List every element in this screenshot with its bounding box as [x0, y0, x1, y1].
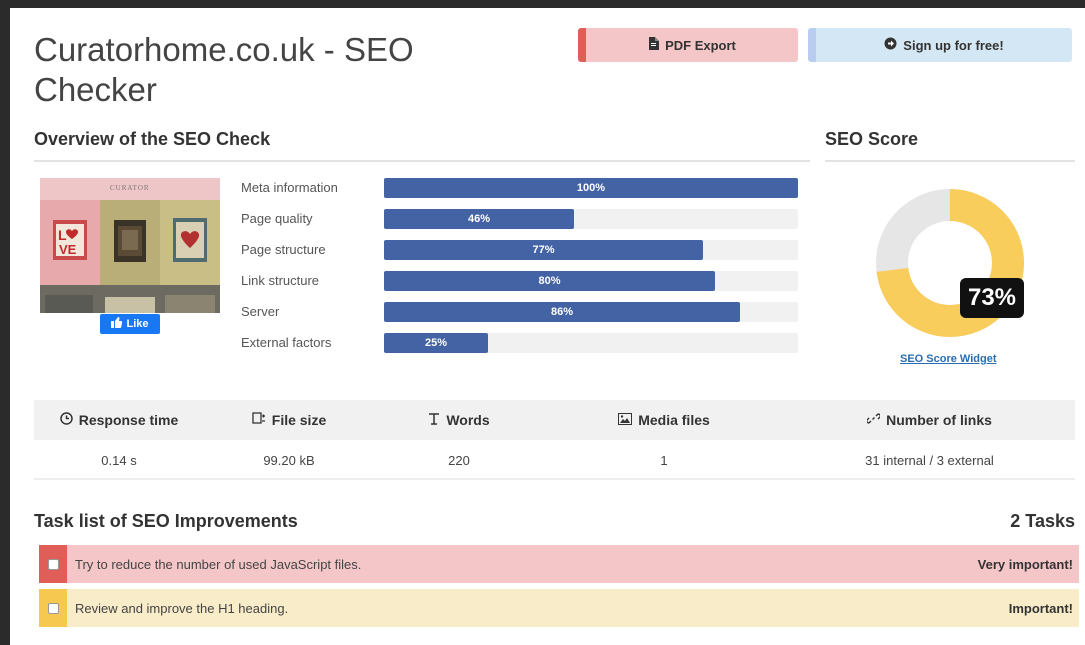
- task-priority-flag: [39, 545, 67, 583]
- metric-label: Page quality: [241, 211, 313, 226]
- sign-up-label: Sign up for free!: [903, 37, 1004, 53]
- metric-label: Page structure: [241, 242, 326, 257]
- website-thumbnail: CURATOR L VE: [40, 178, 220, 313]
- task-count: 2 Tasks: [1010, 511, 1075, 531]
- metric-bar-fill: 25%: [384, 333, 488, 353]
- arrow-circle-icon: [884, 37, 897, 53]
- metric-bar-fill: 100%: [384, 178, 798, 198]
- metric-bar-track: 46%: [384, 209, 798, 229]
- seo-score-widget-link[interactable]: SEO Score Widget: [900, 353, 996, 365]
- task-checkbox[interactable]: [47, 602, 59, 614]
- metric-label: Meta information: [241, 180, 338, 195]
- facebook-like-button[interactable]: Like: [100, 314, 160, 334]
- media-files-label: Media files: [638, 412, 710, 428]
- metric-bar-fill: 80%: [384, 271, 715, 291]
- score-divider: [825, 160, 1075, 162]
- overview-divider: [34, 160, 810, 162]
- stats-header-words: Words: [374, 400, 544, 440]
- number-of-links-value: 31 internal / 3 external: [865, 452, 994, 468]
- metric-bar-track: 25%: [384, 333, 798, 353]
- stats-header-row: Response time File size Words Media file…: [34, 400, 1075, 440]
- like-label: Like: [126, 318, 149, 330]
- file-size-icon: [252, 412, 266, 428]
- metric-bar-track: 100%: [384, 178, 798, 198]
- stats-value-row: 0.14 s 99.20 kB 220 1 31 internal / 3 ex…: [34, 440, 1075, 480]
- metric-bar-track: 86%: [384, 302, 798, 322]
- seo-report-page: Curatorhome.co.uk - SEO Checker PDF Expo…: [10, 8, 1085, 645]
- response-time-value: 0.14 s: [101, 452, 137, 468]
- metric-bar-track: 80%: [384, 271, 798, 291]
- metric-bar-fill: 77%: [384, 240, 703, 260]
- page-title: Curatorhome.co.uk - SEO Checker: [34, 31, 414, 108]
- stats-header-file-size: File size: [204, 400, 374, 440]
- stats-header-media-files: Media files: [544, 400, 784, 440]
- response-time-label: Response time: [78, 412, 179, 428]
- sign-up-button[interactable]: Sign up for free!: [808, 28, 1072, 62]
- metric-bar-fill: 86%: [384, 302, 740, 322]
- metric-bar-track: 77%: [384, 240, 798, 260]
- task-item[interactable]: Review and improve the H1 heading. Impor…: [39, 589, 1079, 627]
- file-size-value: 99.20 kB: [263, 452, 315, 468]
- svg-text:VE: VE: [59, 242, 77, 257]
- thumbs-up-icon: [111, 317, 123, 331]
- task-priority: Important!: [1008, 600, 1073, 616]
- metric-label: Link structure: [241, 273, 320, 288]
- document-icon: [648, 37, 660, 53]
- metric-label: External factors: [241, 335, 332, 350]
- overview-heading: Overview of the SEO Check: [34, 129, 271, 149]
- thumbnail-tile-heart: [160, 200, 220, 285]
- seo-score-donut: [870, 183, 1030, 343]
- task-text: Try to reduce the number of used JavaScr…: [75, 556, 362, 572]
- seo-score-value: 73%: [960, 278, 1024, 318]
- words-value: 220: [448, 452, 470, 468]
- seo-score-heading: SEO Score: [825, 129, 919, 149]
- pdf-export-button[interactable]: PDF Export: [578, 28, 798, 62]
- svg-text:L: L: [58, 227, 67, 243]
- thumbnail-site-name: CURATOR: [110, 184, 150, 192]
- stats-header-response-time: Response time: [34, 400, 204, 440]
- words-label: Words: [446, 412, 490, 428]
- task-item[interactable]: Try to reduce the number of used JavaScr…: [39, 545, 1079, 583]
- thumbnail-bottom-strip: [40, 285, 220, 313]
- pdf-export-label: PDF Export: [665, 37, 736, 53]
- task-checkbox[interactable]: [47, 558, 59, 570]
- thumbnail-tile-love: L VE: [40, 200, 100, 285]
- number-of-links-label: Number of links: [886, 412, 992, 428]
- metric-bar-fill: 46%: [384, 209, 574, 229]
- file-size-label: File size: [271, 412, 327, 428]
- text-icon: [428, 412, 440, 428]
- task-text: Review and improve the H1 heading.: [75, 600, 289, 616]
- media-files-value: 1: [660, 452, 668, 468]
- link-icon: [866, 412, 882, 428]
- thumbnail-header: CURATOR: [40, 178, 220, 200]
- task-list-heading: Task list of SEO Improvements: [34, 511, 298, 531]
- clock-icon: [59, 412, 73, 428]
- stats-header-number-of-links: Number of links: [784, 400, 1075, 440]
- task-priority-flag: [39, 589, 67, 627]
- image-icon: [618, 412, 633, 428]
- task-priority: Very important!: [977, 556, 1073, 572]
- metric-label: Server: [241, 304, 280, 319]
- thumbnail-tile-frame: [100, 200, 160, 285]
